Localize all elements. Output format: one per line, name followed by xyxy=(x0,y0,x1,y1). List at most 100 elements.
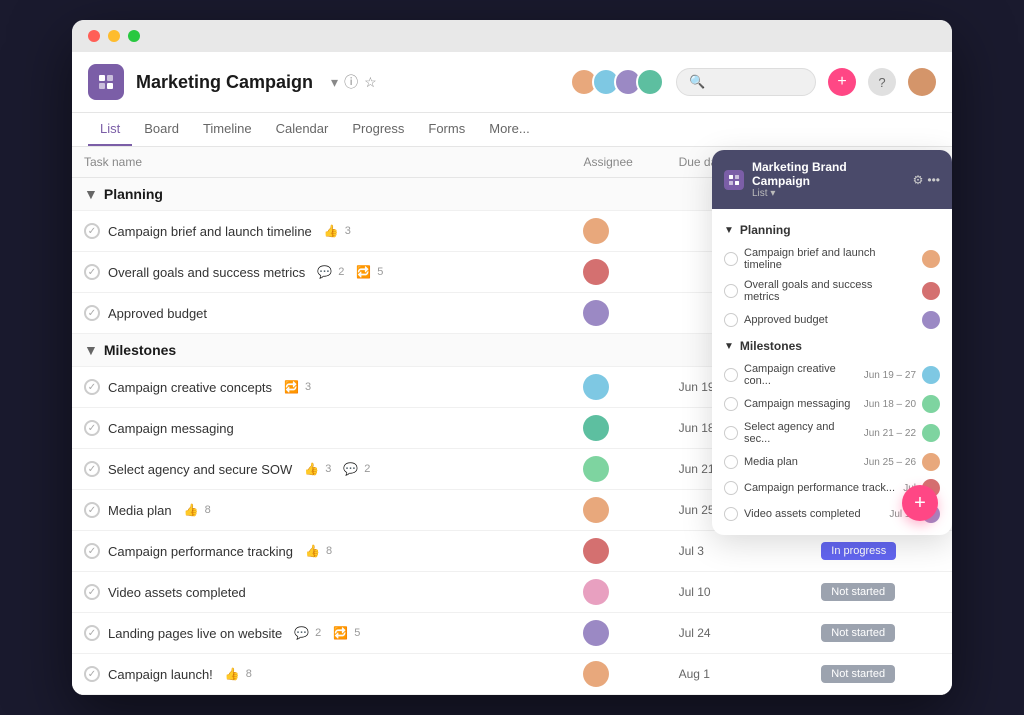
panel-avatar xyxy=(922,424,940,442)
assignee-cell xyxy=(571,367,666,408)
panel-task-name: Campaign creative con... xyxy=(744,363,858,387)
panel-avatar xyxy=(922,366,940,384)
panel-task-date: Jun 18 – 20 xyxy=(864,399,916,410)
search-bar[interactable]: 🔍 xyxy=(676,68,816,96)
panel-task-name: Campaign messaging xyxy=(744,398,858,410)
task-name: Video assets completed xyxy=(108,585,246,600)
user-avatar[interactable] xyxy=(908,68,936,96)
task-name: Campaign brief and launch timeline xyxy=(108,224,312,239)
panel-avatar xyxy=(922,282,940,300)
status-cell: Not started xyxy=(809,654,952,695)
maximize-dot[interactable] xyxy=(128,30,140,42)
add-button[interactable]: + xyxy=(828,68,856,96)
tab-board[interactable]: Board xyxy=(132,113,191,146)
task-meta: 💬 2 xyxy=(294,626,321,640)
avatar-group xyxy=(570,68,664,96)
task-name-cell: ✓ Select agency and secure SOW 👍 3💬 2 xyxy=(72,449,571,490)
table-row[interactable]: ✓ Campaign performance tracking 👍 8 Jul … xyxy=(72,531,952,572)
task-name: Media plan xyxy=(108,503,172,518)
tab-more[interactable]: More... xyxy=(477,113,541,146)
search-input[interactable] xyxy=(711,75,803,90)
task-name: Overall goals and success metrics xyxy=(108,265,305,280)
chevron-down-icon[interactable]: ▾ xyxy=(331,74,338,91)
help-button[interactable]: ? xyxy=(868,68,896,96)
panel-task-name: Media plan xyxy=(744,456,858,468)
check-icon[interactable]: ✓ xyxy=(84,666,100,682)
more-icon[interactable]: ••• xyxy=(927,173,940,187)
task-meta: 👍 8 xyxy=(305,544,332,558)
due-date-cell: Jul 24 xyxy=(667,613,810,654)
settings-icon[interactable]: ⚙ xyxy=(913,173,924,187)
tab-calendar[interactable]: Calendar xyxy=(264,113,341,146)
meta-icon: 👍 xyxy=(225,667,240,681)
panel-task-name: Video assets completed xyxy=(744,508,883,520)
assignee-cell xyxy=(571,293,666,334)
minimize-dot[interactable] xyxy=(108,30,120,42)
panel-check-icon xyxy=(724,426,738,440)
check-icon[interactable]: ✓ xyxy=(84,305,100,321)
tab-list[interactable]: List xyxy=(88,113,132,146)
meta-icon: 🔁 xyxy=(356,265,371,279)
assignee-cell xyxy=(571,490,666,531)
side-panel-subtitle: List ▾ xyxy=(752,188,905,199)
panel-task-row[interactable]: Campaign brief and launch timeline xyxy=(712,243,952,275)
panel-task-row[interactable]: Campaign messaging Jun 18 – 20 xyxy=(712,391,952,417)
assignee-avatar xyxy=(583,620,609,646)
assignee-avatar xyxy=(583,300,609,326)
assignee-avatar xyxy=(583,579,609,605)
search-icon: 🔍 xyxy=(689,74,705,90)
task-name: Campaign launch! xyxy=(108,667,213,682)
check-icon[interactable]: ✓ xyxy=(84,379,100,395)
task-name-cell: ✓ Campaign launch! 👍 8 xyxy=(72,654,571,695)
check-icon[interactable]: ✓ xyxy=(84,543,100,559)
task-name-cell: ✓ Campaign messaging xyxy=(72,408,571,449)
assignee-avatar xyxy=(583,259,609,285)
close-dot[interactable] xyxy=(88,30,100,42)
assignee-cell xyxy=(571,613,666,654)
panel-task-date: Jun 25 – 26 xyxy=(864,457,916,468)
panel-task-row[interactable]: Approved budget xyxy=(712,307,952,333)
check-icon[interactable]: ✓ xyxy=(84,461,100,477)
assignee-avatar xyxy=(583,661,609,687)
status-cell: Not started xyxy=(809,613,952,654)
check-icon[interactable]: ✓ xyxy=(84,223,100,239)
panel-group-header: ▼ Planning xyxy=(712,217,952,243)
table-row[interactable]: ✓ Campaign launch! 👍 8 Aug 1 Not started xyxy=(72,654,952,695)
side-panel: Marketing Brand Campaign List ▾ ⚙ ••• ▼ … xyxy=(712,150,952,535)
check-icon[interactable]: ✓ xyxy=(84,420,100,436)
table-row[interactable]: ✓ Video assets completed Jul 10 Not star… xyxy=(72,572,952,613)
table-row[interactable]: ✓ Landing pages live on website 💬 2🔁 5 J… xyxy=(72,613,952,654)
task-meta: 👍 8 xyxy=(184,503,211,517)
check-icon[interactable]: ✓ xyxy=(84,625,100,641)
panel-task-name: Campaign performance track... xyxy=(744,482,897,494)
star-icon[interactable]: ☆ xyxy=(364,74,377,91)
panel-task-row[interactable]: Media plan Jun 25 – 26 xyxy=(712,449,952,475)
task-name: Campaign creative concepts xyxy=(108,380,272,395)
meta-icon: 💬 xyxy=(317,265,332,279)
check-icon[interactable]: ✓ xyxy=(84,502,100,518)
tab-progress[interactable]: Progress xyxy=(340,113,416,146)
meta-icon: 👍 xyxy=(305,544,320,558)
assignee-cell xyxy=(571,654,666,695)
panel-check-icon xyxy=(724,252,738,266)
tab-forms[interactable]: Forms xyxy=(416,113,477,146)
assignee-avatar xyxy=(583,415,609,441)
panel-task-row[interactable]: Campaign creative con... Jun 19 – 27 xyxy=(712,359,952,391)
panel-task-row[interactable]: Overall goals and success metrics xyxy=(712,275,952,307)
fab-add-button[interactable]: + xyxy=(902,485,938,521)
panel-task-date: Jun 19 – 27 xyxy=(864,370,916,381)
check-icon[interactable]: ✓ xyxy=(84,584,100,600)
check-icon[interactable]: ✓ xyxy=(84,264,100,280)
tab-timeline[interactable]: Timeline xyxy=(191,113,264,146)
panel-task-row[interactable]: Select agency and sec... Jun 21 – 22 xyxy=(712,417,952,449)
meta-icon: 👍 xyxy=(184,503,199,517)
task-meta: 🔁 5 xyxy=(356,265,383,279)
assignee-cell xyxy=(571,408,666,449)
task-name-cell: ✓ Media plan 👍 8 xyxy=(72,490,571,531)
status-badge: Not started xyxy=(821,583,895,601)
meta-icon: 👍 xyxy=(304,462,319,476)
task-name-cell: ✓ Campaign performance tracking 👍 8 xyxy=(72,531,571,572)
task-meta: 👍 8 xyxy=(225,667,252,681)
side-panel-header: Marketing Brand Campaign List ▾ ⚙ ••• xyxy=(712,150,952,209)
info-icon[interactable]: ⓘ xyxy=(344,72,358,92)
